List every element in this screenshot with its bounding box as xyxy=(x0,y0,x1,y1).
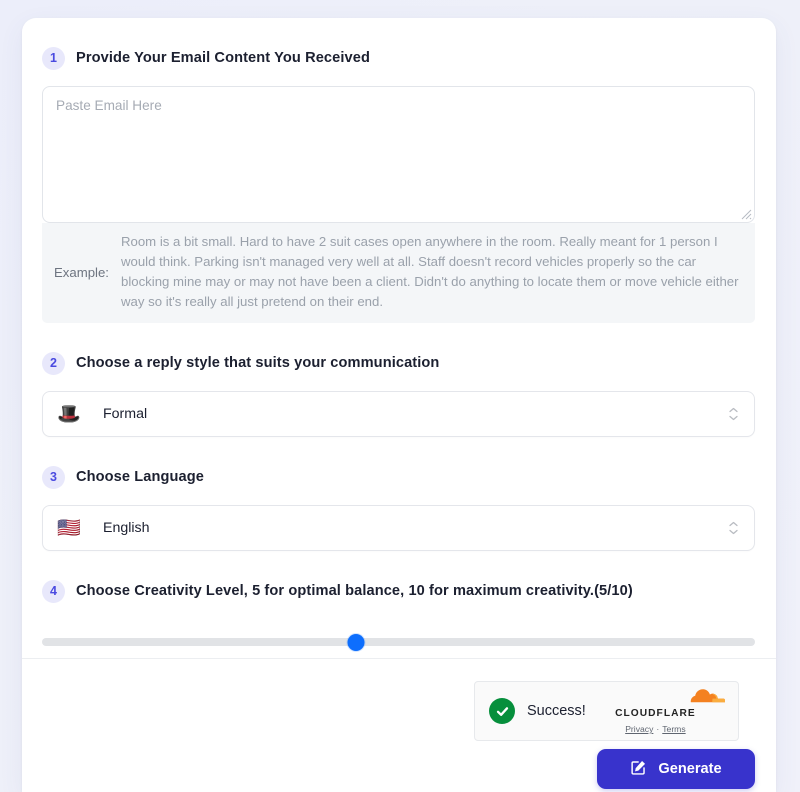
example-text: Room is a bit small. Hard to have 2 suit… xyxy=(120,234,739,309)
reply-style-select[interactable]: 🎩 Formal xyxy=(42,391,755,437)
email-content-textarea[interactable] xyxy=(42,86,755,223)
edit-square-icon xyxy=(630,759,647,780)
chevron-updown-icon[interactable] xyxy=(729,521,738,535)
step-4-title: Choose Creativity Level, 5 for optimal b… xyxy=(76,583,633,599)
cloudflare-cloud-icon xyxy=(690,689,725,703)
cloudflare-wordmark: CLOUDFLARE xyxy=(615,708,696,719)
step-3-title: Choose Language xyxy=(76,469,204,485)
card-body: 1 Provide Your Email Content You Receive… xyxy=(22,18,776,653)
slider-thumb[interactable] xyxy=(347,633,365,651)
us-flag-emoji: 🇺🇸 xyxy=(57,516,81,539)
cloudflare-brand: CLOUDFLARE Privacy · Terms xyxy=(586,686,725,736)
step-2-title: Choose a reply style that suits your com… xyxy=(76,355,440,371)
turnstile-status-text: Success! xyxy=(527,703,586,719)
step-1-header: 1 Provide Your Email Content You Receive… xyxy=(42,44,756,72)
privacy-link[interactable]: Privacy xyxy=(625,724,653,734)
terms-link[interactable]: Terms xyxy=(662,724,685,734)
step-2-header: 2 Choose a reply style that suits your c… xyxy=(42,349,756,377)
turnstile-links: Privacy · Terms xyxy=(625,724,685,734)
top-hat-emoji: 🎩 xyxy=(57,402,81,425)
language-value: English xyxy=(103,520,150,536)
reply-style-value: Formal xyxy=(103,406,148,422)
step-2-badge: 2 xyxy=(42,351,65,375)
step-4-header: 4 Choose Creativity Level, 5 for optimal… xyxy=(42,577,756,605)
step-3-badge: 3 xyxy=(42,465,65,489)
success-check-icon xyxy=(489,698,515,724)
example-box: Example: Room is a bit small. Hard to ha… xyxy=(42,223,755,323)
slider-track[interactable] xyxy=(42,638,755,646)
email-input-wrapper xyxy=(42,86,755,223)
step-4-badge: 4 xyxy=(42,579,65,603)
step-3-header: 3 Choose Language xyxy=(42,463,756,491)
chevron-updown-icon[interactable] xyxy=(729,407,738,421)
step-1-badge: 1 xyxy=(42,46,65,70)
tool-card: 1 Provide Your Email Content You Receive… xyxy=(22,18,776,792)
generate-button-label: Generate xyxy=(658,761,722,777)
example-label: Example: xyxy=(54,264,109,280)
cloudflare-turnstile-widget: Success! CLOUDFLARE Privacy · Terms xyxy=(474,681,739,741)
creativity-slider[interactable] xyxy=(42,631,755,653)
language-select[interactable]: 🇺🇸 English xyxy=(42,505,755,551)
step-1-title: Provide Your Email Content You Received xyxy=(76,50,370,66)
link-separator: · xyxy=(656,724,660,734)
generate-button[interactable]: Generate xyxy=(597,749,755,789)
section-divider xyxy=(22,658,776,659)
